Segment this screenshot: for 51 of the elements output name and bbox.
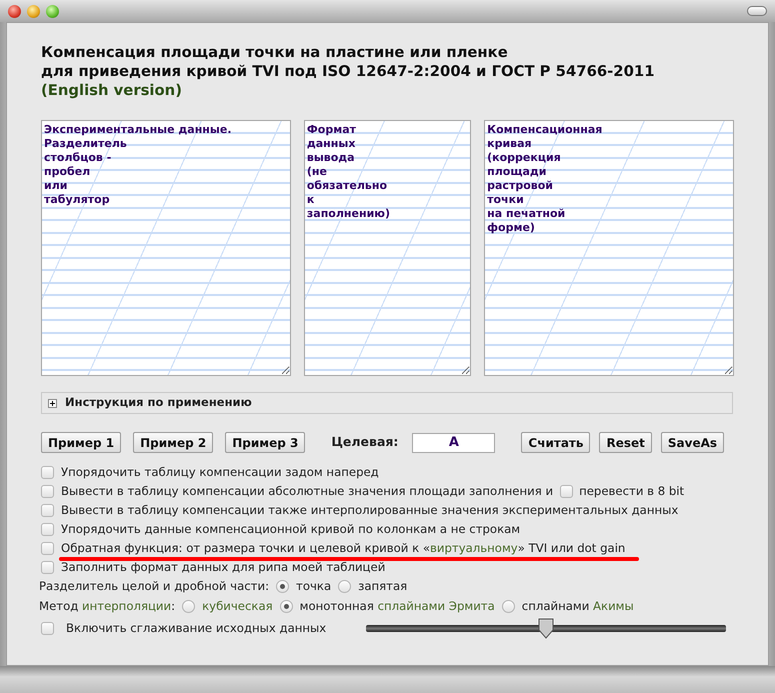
radio-button[interactable]	[338, 580, 352, 593]
page-title: Компенсация площади точки на пластине или пленке	[41, 43, 509, 62]
toolbar-toggle-icon[interactable]	[747, 6, 767, 16]
minimize-icon[interactable]	[27, 4, 40, 18]
instructions-panel[interactable]: Инструкция по применению	[41, 392, 733, 414]
checkbox[interactable]	[41, 561, 54, 574]
maximize-icon[interactable]	[46, 4, 59, 18]
target-label: Целевая:	[331, 433, 398, 452]
checkbox[interactable]	[41, 504, 54, 517]
close-icon[interactable]	[8, 4, 21, 18]
option-label: Упорядочить таблицу компенсации задом наперед	[61, 464, 379, 481]
radio-label: сплайнами Акимы	[522, 598, 634, 615]
radio-button[interactable]	[280, 600, 293, 613]
text-area[interactable]: Экспериментальные данные. Разделитель столбцов - пробел или табулятор	[41, 120, 291, 376]
radio-label: запятая	[358, 578, 408, 595]
action-button[interactable]: SaveAs	[660, 432, 724, 453]
checkbox[interactable]	[41, 485, 54, 498]
radio-label: кубическая	[202, 598, 273, 615]
page-title: для приведения кривой TVI под ISO 12647-2:2004 и ГОСТ Р 54766-2011	[41, 62, 656, 81]
action-button[interactable]: Reset	[599, 432, 652, 453]
radio-label: монотонная сплайнами Эрмита	[300, 598, 495, 615]
english-version-link[interactable]: (English version)	[41, 81, 182, 100]
checkbox[interactable]	[41, 466, 54, 479]
interpolation-label: Метод интерполяции:	[39, 598, 176, 615]
text-area[interactable]: Компенсационная кривая (коррекция площади растровой точки на печатной форме)	[484, 120, 734, 376]
checkbox[interactable]	[41, 542, 54, 555]
radio-label: точка	[296, 578, 332, 595]
option-label: Включить сглаживание исходных данных	[66, 620, 326, 636]
separator-label: Разделитель целой и дробной части:	[39, 578, 270, 595]
checkbox[interactable]	[41, 622, 54, 634]
option-label: Вывести в таблицу компенсации абсолютные значения площади заполнения и	[61, 483, 554, 500]
target-field[interactable]: A	[412, 432, 496, 452]
option-label: Обратная функция: от размера точки и целевой кривой к «виртуальному» TVI или dot gain	[61, 540, 626, 557]
plus-icon[interactable]	[48, 398, 57, 408]
instructions-label: Инструкция по применению	[65, 394, 252, 412]
option-label: Упорядочить данные компенсационной кривой по колонкам а не строкам	[61, 521, 520, 538]
option-label: перевести в 8 bit	[579, 483, 684, 500]
example-button[interactable]: Пример 1	[41, 432, 122, 453]
example-button[interactable]: Пример 3	[225, 432, 306, 453]
radio-button[interactable]	[182, 600, 196, 613]
slider-thumb[interactable]	[537, 617, 556, 639]
slider[interactable]	[366, 617, 726, 639]
radio-button[interactable]	[276, 580, 290, 593]
text-area[interactable]: Формат данных вывода (не обязательно к заполнению)	[304, 120, 472, 376]
option-label: Заполнить формат данных для рипа моей таблицей	[61, 559, 386, 576]
option-label: Вывести в таблицу компенсации также интерполированные значения экспериментальных данных	[61, 502, 678, 519]
checkbox[interactable]	[41, 523, 54, 536]
radio-button[interactable]	[502, 600, 515, 613]
checkbox[interactable]	[560, 485, 574, 498]
action-button[interactable]: Считать	[521, 432, 590, 453]
example-button[interactable]: Пример 2	[133, 432, 214, 453]
